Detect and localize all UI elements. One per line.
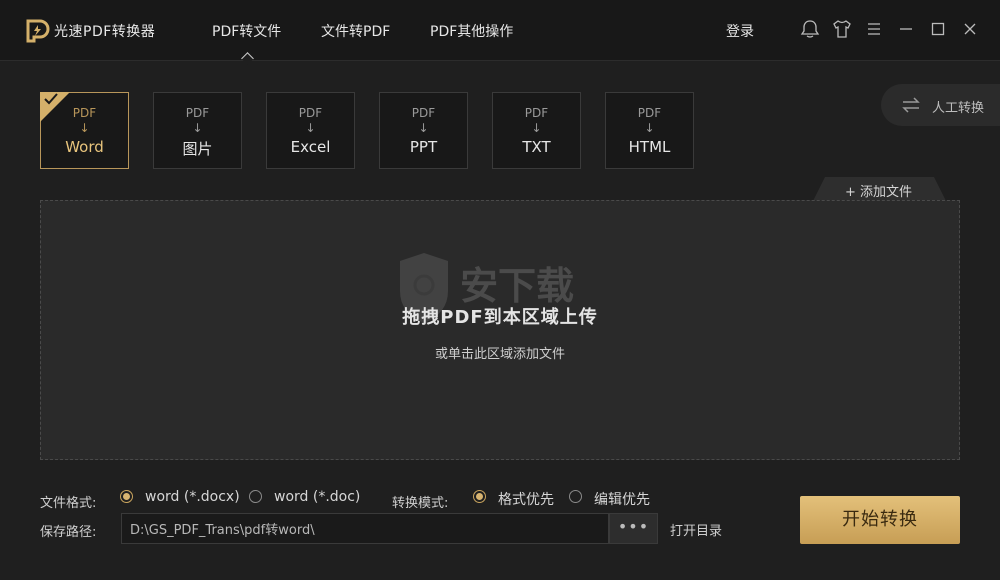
- watermark-text: 安下载: [460, 264, 574, 308]
- arrow-down-icon: ↓: [192, 121, 203, 135]
- arrow-down-icon: ↓: [531, 121, 542, 135]
- format-name: HTML: [628, 138, 671, 156]
- tab-pdf-other-ops[interactable]: PDF其他操作: [430, 21, 513, 41]
- format-name: TXT: [522, 138, 551, 156]
- arrow-down-icon: ↓: [79, 121, 90, 135]
- maximize-icon[interactable]: [927, 18, 949, 40]
- format-source: PDF: [185, 106, 210, 120]
- file-format-label: 文件格式:: [40, 496, 97, 511]
- radio-edit-priority-label[interactable]: 编辑优先: [594, 489, 650, 509]
- tab-file-to-pdf[interactable]: 文件转PDF: [321, 21, 390, 41]
- radio-edit-priority[interactable]: [569, 490, 582, 503]
- close-icon[interactable]: [959, 18, 981, 40]
- check-icon: [44, 93, 58, 105]
- radio-docx-label[interactable]: word (*.docx): [145, 489, 240, 505]
- format-card-html[interactable]: PDF ↓ HTML: [605, 92, 694, 169]
- save-path-input[interactable]: [121, 513, 609, 544]
- save-path-label: 保存路径:: [40, 525, 97, 540]
- app-title: 光速PDF转换器: [54, 24, 156, 40]
- feedback-icon[interactable]: [799, 18, 821, 40]
- radio-docx[interactable]: [120, 490, 133, 503]
- format-source: PDF: [298, 106, 323, 120]
- skin-icon[interactable]: [831, 18, 853, 40]
- format-card-txt[interactable]: PDF ↓ TXT: [492, 92, 581, 169]
- start-convert-button[interactable]: 开始转换: [800, 496, 960, 544]
- format-name: Excel: [290, 138, 331, 156]
- app-logo-icon: [26, 19, 50, 43]
- minimize-icon[interactable]: [895, 18, 917, 40]
- file-drop-zone[interactable]: [40, 200, 960, 460]
- swap-icon: [902, 97, 920, 113]
- add-file-label: + 添加文件: [845, 181, 912, 200]
- format-name: Word: [65, 138, 104, 156]
- menu-icon[interactable]: [863, 18, 885, 40]
- format-card-word[interactable]: PDF ↓ Word: [40, 92, 129, 169]
- radio-doc[interactable]: [249, 490, 262, 503]
- tab-pdf-to-file[interactable]: PDF转文件: [212, 21, 281, 41]
- open-directory-link[interactable]: 打开目录: [670, 520, 722, 539]
- format-source: PDF: [637, 106, 662, 120]
- login-link[interactable]: 登录: [726, 21, 754, 41]
- drop-main-text: 拖拽PDF到本区域上传: [402, 307, 598, 328]
- radio-doc-label[interactable]: word (*.doc): [274, 489, 360, 505]
- arrow-down-icon: ↓: [418, 121, 429, 135]
- browse-button[interactable]: •••: [609, 513, 658, 544]
- radio-format-priority[interactable]: [473, 490, 486, 503]
- format-source: PDF: [411, 106, 436, 120]
- title-bar: 光速PDF转换器 PDF转文件 文件转PDF PDF其他操作 登录: [0, 0, 1000, 61]
- format-name: PPT: [409, 138, 438, 156]
- arrow-down-icon: ↓: [644, 121, 655, 135]
- format-card-excel[interactable]: PDF ↓ Excel: [266, 92, 355, 169]
- format-name: 图片: [182, 140, 213, 158]
- add-file-text: 添加文件: [860, 185, 913, 200]
- convert-mode-label: 转换模式:: [392, 496, 449, 511]
- plus-icon: +: [845, 185, 861, 200]
- add-file-button[interactable]: + 添加文件: [813, 177, 946, 201]
- format-card-ppt[interactable]: PDF ↓ PPT: [379, 92, 468, 169]
- arrow-down-icon: ↓: [305, 121, 316, 135]
- radio-format-priority-label[interactable]: 格式优先: [498, 489, 554, 509]
- manual-convert-label: 人工转换: [932, 101, 985, 116]
- format-source: PDF: [524, 106, 549, 120]
- format-card-image[interactable]: PDF ↓ 图片: [153, 92, 242, 169]
- manual-convert-button[interactable]: 人工转换: [881, 84, 1000, 126]
- drop-sub-text: 或单击此区域添加文件: [434, 347, 565, 362]
